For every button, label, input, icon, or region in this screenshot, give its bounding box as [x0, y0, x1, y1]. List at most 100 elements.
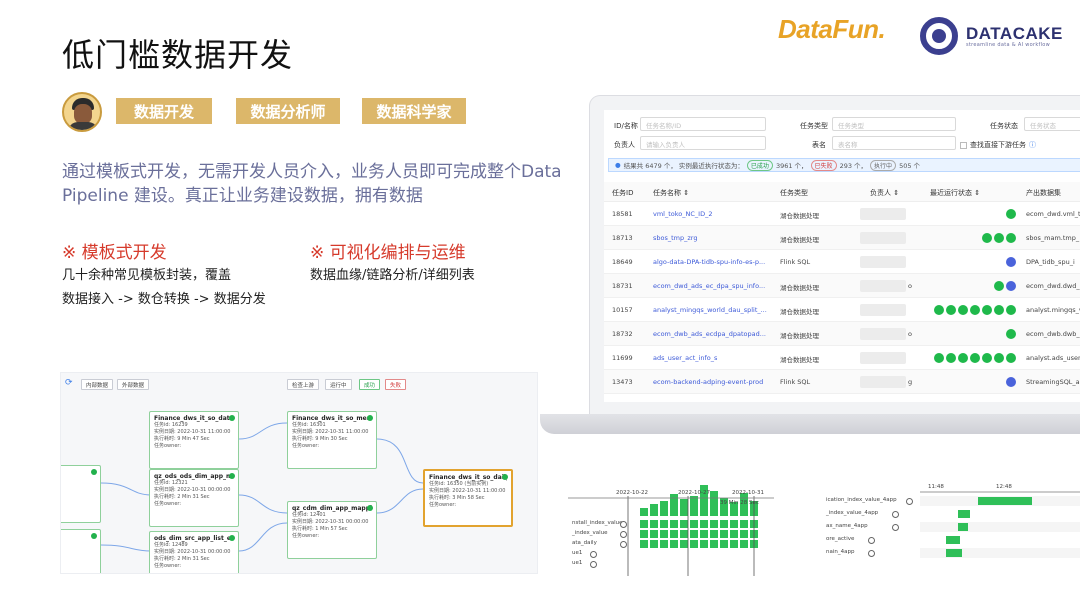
status-running-icon[interactable] [1006, 377, 1016, 387]
cell-task-name[interactable]: ecom_dwb_ads_ecdpa_dpatopad... [653, 330, 766, 338]
status-success-icon[interactable] [970, 305, 980, 315]
cell-task-type: 湖仓数据处理 [780, 212, 819, 220]
status-success-icon[interactable] [958, 305, 968, 315]
run-cell [730, 520, 738, 528]
run-cell [720, 520, 728, 528]
expand-node-icon[interactable] [868, 550, 875, 557]
cell-task-name[interactable]: analyst_mingqs_world_dau_split_... [653, 306, 767, 314]
lineage-node[interactable]: s_dim_...00:00:00 [61, 529, 101, 573]
expand-node-icon[interactable] [620, 531, 627, 538]
downstream-checkbox[interactable]: 查找直接下游任务 ⓘ [960, 140, 1036, 150]
success-check-icon [229, 535, 235, 541]
status-success-icon[interactable] [982, 353, 992, 363]
status-success-icon[interactable] [994, 353, 1004, 363]
status-success-icon[interactable] [994, 233, 1004, 243]
status-running-icon[interactable] [1006, 281, 1016, 291]
info-icon: ● [615, 161, 621, 169]
failed-badge[interactable]: 已失败 [810, 159, 837, 171]
expand-node-icon[interactable] [590, 561, 597, 568]
cell-task-id: 18731 [612, 282, 633, 290]
checkbox-icon[interactable] [960, 141, 967, 149]
table-row[interactable]: 18732 ecom_dwb_ads_ecdpa_dpatopad... 湖仓数据处… [604, 322, 1080, 346]
task-label: ata_daily [572, 540, 597, 546]
col-task-name[interactable]: 任务名称 ⇕ [653, 188, 689, 198]
status-success-icon[interactable] [1006, 233, 1016, 243]
expand-node-icon[interactable] [620, 521, 627, 528]
status-success-icon[interactable] [994, 281, 1004, 291]
expand-node-icon[interactable] [892, 524, 899, 531]
intro-text: 通过模板式开发，无需开发人员介入，业务人员即可完成整个Data Pipeline… [62, 162, 562, 206]
expand-node-icon[interactable] [620, 541, 627, 548]
run-cell [700, 540, 708, 548]
result-summary-bar: ● 结果共 6479 个， 实例最近执行状态为： 已成功 3961 个， 已失败… [608, 158, 1080, 172]
status-success-icon[interactable] [970, 353, 980, 363]
table-row[interactable]: 18649 algo-data-DPA-tidb-spu-info-es-p...… [604, 250, 1080, 274]
filter-status-select[interactable]: 任务状态 [1024, 117, 1080, 131]
col-last-status[interactable]: 最近运行状态 ⇕ [930, 188, 980, 198]
timeline-bar [958, 510, 970, 518]
cell-task-name[interactable]: ecom-backend-adping-event-prod [653, 378, 763, 386]
col-owner[interactable]: 负责人 ⇕ [870, 188, 899, 198]
table-row[interactable]: 18713 sbos_tmp_zrg 湖仓数据处理 sbos_mam.tmp_ [604, 226, 1080, 250]
status-success-icon[interactable] [946, 305, 956, 315]
status-success-icon[interactable] [1006, 329, 1016, 339]
feature-template-desc: 几十余种常见模板封装，覆盖 数据接入 -> 数仓转换 -> 数据分发 [62, 268, 266, 307]
status-success-icon[interactable] [934, 305, 944, 315]
col-task-type[interactable]: 任务类型 [780, 188, 808, 198]
lineage-node[interactable]: Finance_dws_it_so_daily...任务id: 16350 (当… [423, 469, 513, 527]
table-row[interactable]: 18581 vml_toko_NC_ID_2 湖仓数据处理 ecom_dwd.vml_… [604, 202, 1080, 226]
cell-task-type: 湖仓数据处理 [780, 236, 819, 244]
status-success-icon[interactable] [982, 233, 992, 243]
run-status-dots [994, 281, 1016, 291]
cell-task-name[interactable]: ads_user_act_info_s [653, 354, 717, 362]
status-success-icon[interactable] [982, 305, 992, 315]
success-badge[interactable]: 已成功 [746, 159, 773, 171]
expand-node-icon[interactable] [590, 551, 597, 558]
laptop-base [540, 414, 1080, 434]
node-task-id: 任务id: 12401 [292, 512, 326, 518]
table-row[interactable]: 11699 ads_user_act_info_s 湖仓数据处理 analyst.ad… [604, 346, 1080, 370]
run-cell [650, 530, 658, 538]
table-row[interactable]: 13473 ecom-backend-adping-event-prod Flink… [604, 370, 1080, 394]
run-history-chart: 2022-10-22 2022-10-27 2022-10-31 39 Min … [568, 482, 774, 582]
status-success-icon[interactable] [934, 353, 944, 363]
col-task-id[interactable]: 任务ID [612, 188, 633, 198]
filter-type-label: 任务类型 [800, 122, 828, 130]
table-row[interactable]: 18731 ecom_dwd_ads_ec_dpa_spu_info... 湖仓数据… [604, 274, 1080, 298]
node-instance-date: 实例日期: 2022-10-31 00:00:00 [292, 519, 369, 525]
lineage-node[interactable]: ods_dim_src_app_list_et... 任务id: 12489 实例日… [149, 531, 239, 573]
status-success-icon[interactable] [946, 353, 956, 363]
run-cell [660, 520, 668, 528]
lineage-node[interactable]: qz_ods_ods_dim_app_m... 任务id: 12321 实例日期: … [149, 469, 239, 527]
status-success-icon[interactable] [994, 305, 1004, 315]
run-cell [660, 540, 668, 548]
cell-task-name[interactable]: algo-data-DPA-tidb-spu-info-es-p... [653, 258, 765, 266]
cell-task-name[interactable]: sbos_tmp_zrg [653, 234, 697, 242]
table-row[interactable]: 10157 analyst_mingqs_world_dau_split_... 湖… [604, 298, 1080, 322]
lineage-node[interactable]: Finance_dws_it_so_data... 任务id: 16239 实例日期… [149, 411, 239, 469]
filter-table-input[interactable]: 表名称 [832, 136, 956, 150]
lineage-node[interactable]: ent-pr...00:00:00 [61, 465, 101, 523]
status-success-icon[interactable] [1006, 305, 1016, 315]
filter-type-select[interactable]: 任务类型 [832, 117, 956, 131]
cell-task-name[interactable]: ecom_dwd_ads_ec_dpa_spu_info... [653, 282, 765, 290]
lineage-node[interactable]: Finance_dws_it_so_mer... 任务id: 16301 实例日期:… [287, 411, 377, 469]
filter-owner-input[interactable]: 请输入负责人 [640, 136, 766, 150]
cell-task-name[interactable]: vml_toko_NC_ID_2 [653, 210, 712, 218]
page-title: 低门槛数据开发 [62, 36, 294, 74]
cell-owner-suffix: o [908, 330, 912, 338]
run-cell [710, 530, 718, 538]
expand-node-icon[interactable] [892, 511, 899, 518]
filter-id-input[interactable]: 任务名称/ID [640, 117, 766, 131]
cell-task-id: 18581 [612, 210, 633, 218]
expand-node-icon[interactable] [868, 537, 875, 544]
lineage-node[interactable]: qz_cdm_dim_app_mappi... 任务id: 12401 实例日期: … [287, 501, 377, 559]
running-badge[interactable]: 执行中 [870, 159, 897, 171]
col-output-dataset[interactable]: 产出数据集 [1026, 188, 1061, 198]
status-running-icon[interactable] [1006, 257, 1016, 267]
status-success-icon[interactable] [1006, 209, 1016, 219]
node-duration: 执行耗时: 2 Min 31 Sec [154, 556, 210, 562]
expand-node-icon[interactable] [906, 498, 913, 505]
status-success-icon[interactable] [1006, 353, 1016, 363]
status-success-icon[interactable] [958, 353, 968, 363]
